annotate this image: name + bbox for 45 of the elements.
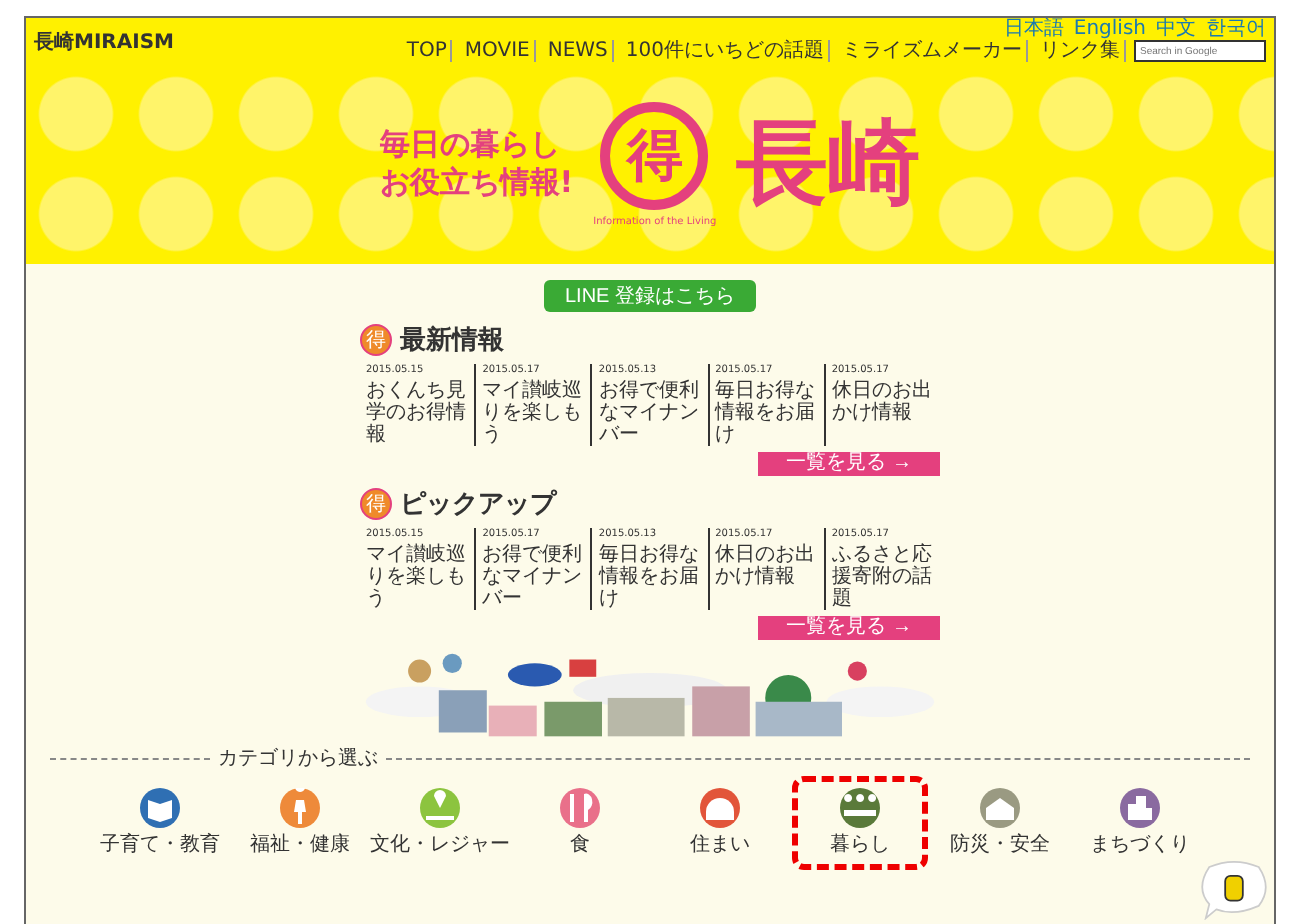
hero-badge: 得	[600, 101, 709, 209]
section-title: 最新情報	[400, 323, 504, 358]
news-link[interactable]: マイ讃岐巡りを楽しもう	[482, 380, 585, 446]
nav-link[interactable]: リンク集	[1036, 40, 1126, 62]
news-link[interactable]: マイ讃岐巡りを楽しもう	[366, 544, 469, 610]
news-link[interactable]: 毎日お得な情報をお届け	[715, 380, 818, 446]
language-link[interactable]: 日本語	[1003, 20, 1064, 40]
category-label[interactable]: まちづくり	[1090, 830, 1190, 858]
category-icon[interactable]	[1120, 788, 1160, 828]
news-link[interactable]: 休日のお出かけ情報	[831, 380, 935, 424]
nav-link[interactable]: NEWS	[543, 40, 614, 62]
nav-link[interactable]: 100件にいちどの話題	[621, 40, 830, 62]
news-link[interactable]: お得で便利なマイナンバー	[598, 380, 702, 446]
nav-link[interactable]: ミライズムメーカー	[838, 40, 1028, 62]
category-label[interactable]: 子育て・教育	[100, 830, 220, 858]
category-icon[interactable]	[840, 788, 880, 828]
category-label[interactable]: 住まい	[690, 830, 750, 858]
category-label[interactable]: 福祉・健康	[250, 830, 350, 858]
view-all-button[interactable]: 一覧を見る →	[758, 616, 940, 640]
category-icon[interactable]	[560, 788, 600, 828]
site-logo[interactable]: 長崎MIRAISM	[34, 27, 174, 55]
nav-link[interactable]: TOP	[402, 40, 453, 62]
news-link[interactable]: お得で便利なマイナンバー	[482, 544, 585, 610]
section-badge: 得	[360, 324, 392, 356]
category-heading: カテゴリから選ぶ	[218, 746, 378, 772]
news-link[interactable]: 休日のお出かけ情報	[715, 544, 818, 588]
news-link[interactable]: おくんち見学のお得情報	[366, 380, 469, 446]
category-icon[interactable]	[980, 788, 1020, 828]
view-all-button[interactable]: 一覧を見る →	[758, 452, 940, 476]
category-label[interactable]: 暮らし	[830, 830, 890, 858]
category-label[interactable]: 文化・レジャー	[370, 830, 510, 858]
category-icon[interactable]	[140, 788, 180, 828]
category-icon[interactable]	[700, 788, 740, 828]
category-icon[interactable]	[280, 788, 320, 828]
section-title: ピックアップ	[400, 487, 556, 522]
language-link[interactable]: English	[1073, 20, 1146, 40]
nav-link[interactable]: MOVIE	[460, 40, 536, 62]
section-badge: 得	[360, 488, 392, 520]
category-label[interactable]: 防災・安全	[950, 830, 1050, 858]
news-link[interactable]: ふるさと応援寄附の話題	[831, 544, 935, 610]
hero-title: 長崎	[736, 106, 921, 220]
language-link[interactable]: 한국어	[1206, 20, 1266, 40]
chat-bubble-icon[interactable]	[1198, 860, 1270, 920]
news-link[interactable]: 毎日お得な情報をお届け	[598, 544, 702, 610]
category-label[interactable]: 食	[570, 830, 590, 858]
